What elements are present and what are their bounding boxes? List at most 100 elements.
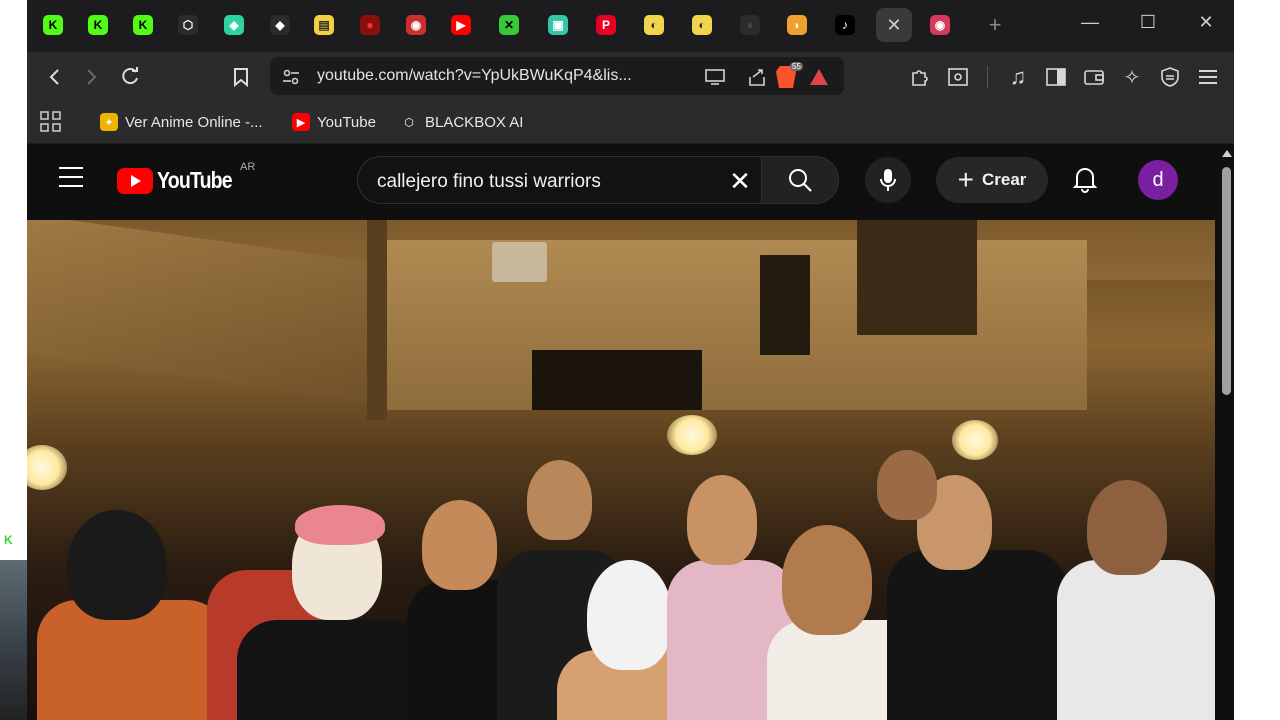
teal-square-icon: ▣ bbox=[548, 15, 568, 35]
bookmark-item[interactable]: ▶ YouTube bbox=[292, 111, 376, 133]
wallet-button[interactable] bbox=[1081, 64, 1107, 90]
tab[interactable]: P bbox=[588, 8, 624, 42]
reload-icon bbox=[122, 67, 138, 85]
person-head bbox=[295, 505, 385, 545]
person-head bbox=[587, 560, 672, 670]
bookmark-favicon-icon: ▶ bbox=[292, 113, 310, 131]
scene-window bbox=[857, 220, 977, 335]
scene-beam bbox=[367, 220, 387, 420]
forward-button[interactable] bbox=[78, 64, 104, 90]
tab-strip: K K K ⬡ ◈ ◆ ▤ ● ◉ ▶ ✕ ▣ P ◐ ◐ ● ◗ ♪ ✕ ◉ + — ☐ ✕ bbox=[27, 0, 1234, 52]
bell-icon bbox=[1072, 168, 1098, 193]
scrollbar-thumb[interactable] bbox=[1222, 167, 1231, 395]
shields-count-badge: 55 bbox=[790, 62, 803, 71]
close-window-button[interactable]: ✕ bbox=[1191, 12, 1221, 33]
voice-search-button[interactable] bbox=[865, 157, 911, 203]
browser-toolbar: youtube.com/watch?v=YpUkBWuKqP4&lis... 5… bbox=[27, 52, 1234, 100]
kick-k-green-icon: K bbox=[133, 15, 153, 35]
share-icon[interactable] bbox=[746, 66, 768, 88]
main-menu-button[interactable] bbox=[1195, 64, 1221, 90]
tab[interactable]: ● bbox=[352, 8, 388, 42]
diamond-white-icon: ◆ bbox=[270, 15, 290, 35]
tab[interactable]: ● bbox=[732, 8, 768, 42]
docs-doc-icon: ▤ bbox=[314, 15, 334, 35]
tab[interactable]: ▶ bbox=[443, 8, 479, 42]
tab[interactable]: ✕ bbox=[491, 8, 527, 42]
back-button[interactable] bbox=[42, 64, 68, 90]
scroll-up-arrow-icon[interactable] bbox=[1222, 150, 1232, 157]
right-screen-edge bbox=[1234, 0, 1280, 720]
bookmark-favicon-icon: ⬡ bbox=[400, 113, 418, 131]
person-body bbox=[887, 550, 1067, 720]
tab-active[interactable]: ✕ bbox=[876, 8, 912, 42]
cast-icon[interactable] bbox=[704, 66, 726, 88]
red-circle-icon: ● bbox=[360, 15, 380, 35]
tab[interactable]: K bbox=[80, 8, 116, 42]
bookmark-item[interactable]: ⬡ BLACKBOX AI bbox=[400, 111, 523, 133]
tab[interactable]: ◆ bbox=[262, 8, 298, 42]
search-query-text[interactable]: callejero fino tussi warriors bbox=[377, 171, 601, 193]
minimize-button[interactable]: — bbox=[1075, 12, 1105, 33]
page-scrollbar[interactable] bbox=[1219, 145, 1234, 720]
dark-dot-icon: ● bbox=[740, 15, 760, 35]
youtube-header: YouTube AR callejero fino tussi warriors… bbox=[27, 145, 1219, 220]
tab[interactable]: ▤ bbox=[306, 8, 342, 42]
url-text[interactable]: youtube.com/watch?v=YpUkBWuKqP4&lis... bbox=[317, 67, 632, 85]
tab[interactable]: K bbox=[35, 8, 71, 42]
tab[interactable]: ◉ bbox=[922, 8, 958, 42]
media-button[interactable]: ♫ bbox=[1005, 64, 1031, 90]
record-pink-icon: ◉ bbox=[930, 15, 950, 35]
tab[interactable]: ▣ bbox=[540, 8, 576, 42]
bot-green-icon: ◈ bbox=[224, 15, 244, 35]
site-settings-icon[interactable] bbox=[280, 66, 302, 88]
leo-ai-button[interactable]: ✧ bbox=[1119, 64, 1145, 90]
video-player[interactable] bbox=[27, 220, 1215, 720]
tab[interactable]: ◐ bbox=[684, 8, 720, 42]
bookmark-icon bbox=[234, 68, 248, 87]
bookmark-item[interactable]: ✦ Ver Anime Online -... bbox=[100, 111, 263, 133]
browser-window: K K K ⬡ ◈ ◆ ▤ ● ◉ ▶ ✕ ▣ P ◐ ◐ ● ◗ ♪ ✕ ◉ + — ☐ ✕ youtube.com… bbox=[27, 0, 1234, 720]
kick-k-green-icon: K bbox=[88, 15, 108, 35]
tab[interactable]: ◈ bbox=[216, 8, 252, 42]
search-button[interactable] bbox=[761, 156, 839, 204]
hamburger-icon bbox=[1199, 70, 1217, 84]
address-bar[interactable]: youtube.com/watch?v=YpUkBWuKqP4&lis... 5… bbox=[270, 57, 844, 95]
avatar[interactable]: d bbox=[1138, 160, 1178, 200]
plus-icon: + bbox=[988, 12, 1002, 37]
youtube-logo-text: YouTube bbox=[157, 167, 233, 193]
reader-mode-button[interactable] bbox=[945, 64, 971, 90]
sparkle-icon: ✧ bbox=[1123, 66, 1141, 89]
kick-k-green-icon: K bbox=[43, 15, 63, 35]
close-icon: ✕ bbox=[729, 165, 751, 196]
brave-rewards-icon[interactable] bbox=[810, 69, 828, 85]
wallet-icon bbox=[1084, 70, 1104, 85]
apps-button[interactable] bbox=[40, 111, 62, 133]
person-head bbox=[422, 500, 497, 590]
extensions-button[interactable] bbox=[907, 64, 933, 90]
youtube-logo[interactable]: YouTube AR bbox=[117, 161, 255, 194]
create-button[interactable]: + Crear bbox=[936, 157, 1048, 203]
tab[interactable]: ◗ bbox=[779, 8, 815, 42]
maximize-button[interactable]: ☐ bbox=[1133, 12, 1163, 33]
search-input[interactable]: callejero fino tussi warriors ✕ bbox=[357, 156, 761, 204]
reload-button[interactable] bbox=[117, 64, 143, 90]
tab[interactable]: ⬡ bbox=[170, 8, 206, 42]
record-red-icon: ◉ bbox=[406, 15, 426, 35]
vpn-button[interactable] bbox=[1157, 64, 1183, 90]
clear-search-button[interactable]: ✕ bbox=[726, 165, 754, 196]
tab[interactable]: ◉ bbox=[398, 8, 434, 42]
bookmark-button[interactable] bbox=[228, 64, 254, 90]
emoji-pill-icon: ◐ bbox=[692, 15, 712, 35]
guide-menu-icon[interactable] bbox=[59, 167, 83, 187]
region-code: AR bbox=[240, 161, 256, 173]
sidebar-toggle-button[interactable] bbox=[1043, 64, 1069, 90]
tab[interactable]: ♪ bbox=[827, 8, 863, 42]
plus-icon: + bbox=[957, 164, 974, 195]
arrow-left-icon bbox=[49, 69, 59, 85]
new-tab-button[interactable]: + bbox=[977, 8, 1013, 42]
x-green-icon: ✕ bbox=[499, 15, 519, 35]
tab[interactable]: K bbox=[125, 8, 161, 42]
tab[interactable]: ◐ bbox=[636, 8, 672, 42]
notifications-button[interactable] bbox=[1067, 161, 1103, 197]
emoji-pill-icon: ◐ bbox=[644, 15, 664, 35]
